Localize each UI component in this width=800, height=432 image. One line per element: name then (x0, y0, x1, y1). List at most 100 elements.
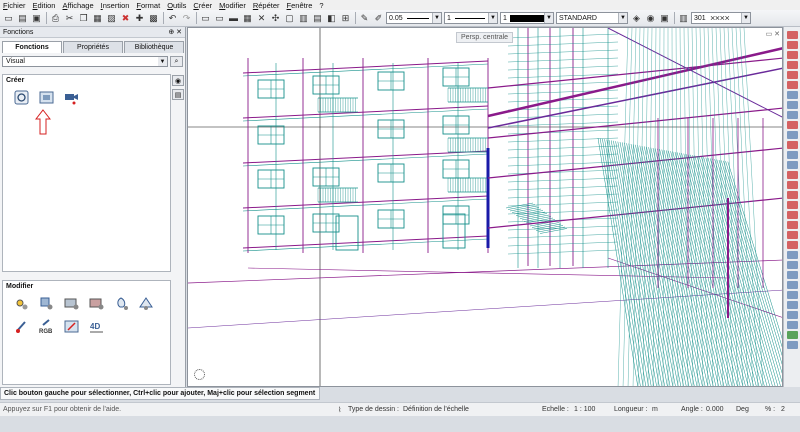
tool-icon[interactable] (786, 211, 798, 219)
tool-icon[interactable] (786, 311, 798, 319)
undo-icon[interactable]: ↶ (166, 12, 179, 25)
film-icon[interactable]: ▤ (172, 89, 184, 100)
pen-icon[interactable]: ✎ (358, 12, 371, 25)
hatch-select[interactable]: 301 ⨯⨯⨯⨯ ▼ (691, 12, 751, 24)
move-icon[interactable]: ✚ (133, 12, 146, 25)
brush-icon[interactable]: ✐ (372, 12, 385, 25)
render-camera-icon[interactable] (12, 88, 31, 107)
panel-pin-close-icon[interactable]: ⊕ ✕ (168, 28, 182, 36)
new-icon[interactable]: ▭ (2, 12, 15, 25)
rgb-icon[interactable]: RGB (37, 317, 56, 336)
spotlight-icon[interactable] (137, 294, 156, 313)
tool-icon[interactable] (786, 151, 798, 159)
image-edit-icon[interactable] (62, 317, 81, 336)
tool-icon[interactable] (786, 321, 798, 329)
tool-icon[interactable] (786, 141, 798, 149)
wall-icon[interactable]: ▭ (199, 12, 212, 25)
grid-icon[interactable]: ▦ (241, 12, 254, 25)
copy-icon[interactable]: ❐ (77, 12, 90, 25)
tool-icon[interactable] (786, 181, 798, 189)
view-icon[interactable]: ◧ (325, 12, 338, 25)
open-icon[interactable]: ▤ (16, 12, 29, 25)
tool-icon[interactable] (786, 161, 798, 169)
tool-icon[interactable] (786, 301, 798, 309)
delete-icon[interactable]: ✖ (119, 12, 132, 25)
light-source-icon[interactable] (112, 294, 131, 313)
tool-icon[interactable] (786, 271, 798, 279)
4d-icon[interactable]: 4D (87, 317, 106, 336)
cross-icon[interactable]: ✕ (255, 12, 268, 25)
tool-icon[interactable] (786, 121, 798, 129)
search-icon[interactable]: ⌕ (170, 56, 183, 67)
menu-item[interactable]: Fichier (3, 1, 26, 10)
render-image-icon[interactable] (37, 88, 56, 107)
paste-icon[interactable]: ▦ (91, 12, 104, 25)
menu-item[interactable]: Modifier (219, 1, 246, 10)
material-settings-icon[interactable] (87, 294, 106, 313)
node-icon[interactable]: ✣ (269, 12, 282, 25)
view-type-label[interactable]: Persp. centrale (456, 32, 514, 43)
tool-icon[interactable] (786, 111, 798, 119)
display-icon[interactable]: ◉ (644, 12, 657, 25)
tab-proprietes[interactable]: Propriétés (63, 41, 123, 53)
surface-settings-icon[interactable] (37, 294, 56, 313)
line-type-select[interactable]: 1 ▼ (444, 12, 498, 24)
family-select[interactable]: Visual ▼ (2, 56, 168, 67)
tool-icon[interactable] (786, 221, 798, 229)
save-icon[interactable]: ▣ (30, 12, 43, 25)
view-camera-icon[interactable]: ◉ (172, 75, 184, 86)
tool-icon[interactable] (786, 131, 798, 139)
tool-icon[interactable] (786, 341, 798, 349)
menu-item[interactable]: Fenêtre (287, 1, 313, 10)
format-icon[interactable]: ◈ (630, 12, 643, 25)
menu-item[interactable]: Insertion (101, 1, 130, 10)
layers-icon[interactable]: ▤ (311, 12, 324, 25)
paint-color-icon[interactable] (12, 317, 31, 336)
menu-item[interactable]: Outils (167, 1, 186, 10)
scale-value[interactable]: 1 : 100 (574, 406, 595, 413)
tool-icon[interactable] (786, 171, 798, 179)
pen-thickness-select[interactable]: 0.05 ▼ (386, 12, 442, 24)
tool-icon[interactable] (786, 191, 798, 199)
tool-icon[interactable] (786, 281, 798, 289)
tool-icon[interactable] (786, 331, 798, 339)
tool-icon[interactable] (786, 231, 798, 239)
menu-item[interactable]: Affichage (62, 1, 93, 10)
drawing-type-value[interactable]: Définition de l'échelle (403, 406, 469, 413)
tab-fonctions[interactable]: Fonctions (2, 41, 62, 53)
screen-icon[interactable]: ▣ (658, 12, 671, 25)
angle-value[interactable]: 0.000 (706, 406, 724, 413)
length-unit[interactable]: m (652, 406, 658, 413)
wall2-icon[interactable]: ▭ (213, 12, 226, 25)
slab-icon[interactable]: ▬ (227, 12, 240, 25)
tool-icon[interactable] (786, 41, 798, 49)
video-camera-icon[interactable] (62, 88, 81, 107)
tool-icon[interactable] (786, 291, 798, 299)
menu-item[interactable]: Créer (193, 1, 212, 10)
hatch-icon[interactable]: ▥ (677, 12, 690, 25)
viewport-window-controls[interactable]: ▭ ✕ (766, 30, 780, 38)
style-select[interactable]: STANDARD ▼ (556, 12, 628, 24)
tool-icon[interactable] (786, 81, 798, 89)
tab-bibliotheque[interactable]: Bibliothèque (124, 41, 184, 53)
menu-item[interactable]: ? (319, 1, 323, 10)
print-icon[interactable]: ⎙ (49, 12, 62, 25)
stamp-icon[interactable]: ▥ (297, 12, 310, 25)
tool-icon[interactable] (786, 71, 798, 79)
frame-icon[interactable]: ▢ (283, 12, 296, 25)
tool-icon[interactable] (786, 51, 798, 59)
tool-icon[interactable] (786, 101, 798, 109)
tool-icon[interactable] (786, 31, 798, 39)
menu-item[interactable]: Répéter (253, 1, 280, 10)
image-icon[interactable]: ▨ (105, 12, 118, 25)
percent-value[interactable]: 2 (781, 406, 785, 413)
menu-item[interactable]: Edition (33, 1, 56, 10)
zoom-icon[interactable]: ⊞ (339, 12, 352, 25)
drawing-viewport[interactable]: Persp. centrale ▭ ✕ (187, 27, 783, 387)
tool-icon[interactable] (786, 61, 798, 69)
texture-settings-icon[interactable] (62, 294, 81, 313)
tool-icon[interactable] (786, 201, 798, 209)
navigation-icon[interactable] (194, 369, 205, 380)
tool-icon[interactable] (786, 251, 798, 259)
light-settings-icon[interactable] (12, 294, 31, 313)
